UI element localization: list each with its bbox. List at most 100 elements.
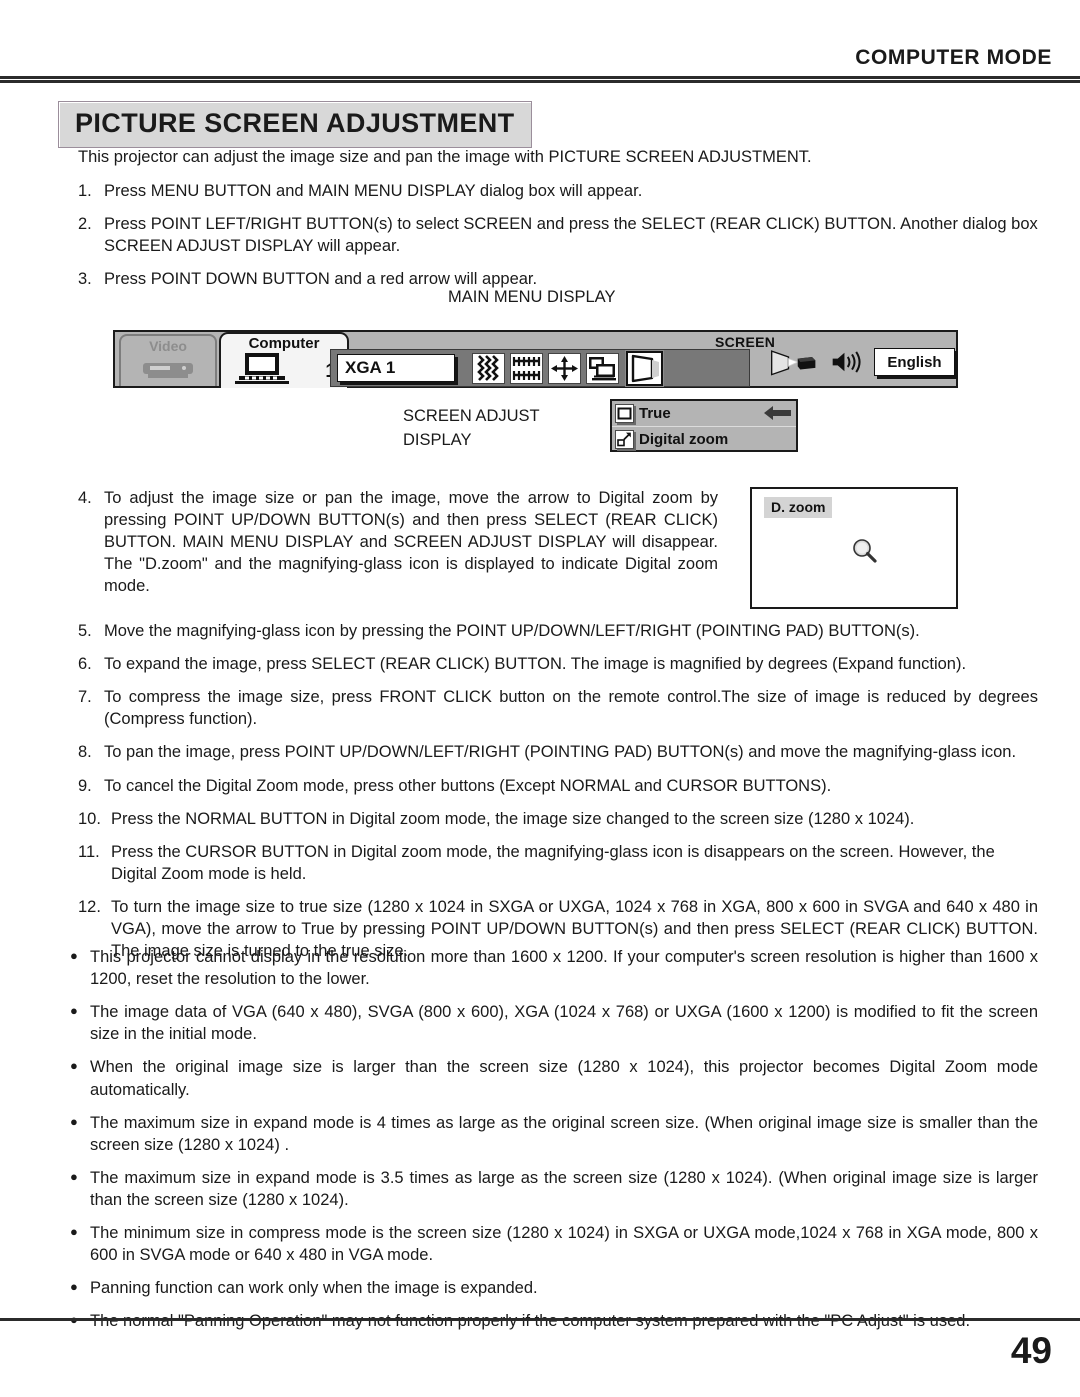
list-item-text: The image data of VGA (640 x 480), SVGA … — [90, 1003, 1038, 1044]
list-item: ● Panning function can work only when th… — [70, 1277, 1038, 1299]
list-item-number: 1. — [78, 182, 92, 200]
page-title: PICTURE SCREEN ADJUSTMENT — [75, 108, 515, 138]
footer-divider — [0, 1318, 1080, 1321]
list-item: ● The maximum size in expand mode is 3.5… — [70, 1167, 1038, 1211]
list-item-text: The maximum size in expand mode is 4 tim… — [90, 1113, 1038, 1154]
bullet-icon: ● — [70, 1058, 78, 1074]
red-arrow-icon — [764, 406, 791, 420]
language-field[interactable]: English — [874, 348, 955, 376]
list-item-text: The maximum size in expand mode is 3.5 t… — [90, 1168, 1038, 1209]
list-item-text: The minimum size in compress mode is the… — [90, 1224, 1038, 1265]
list-item-text: Press MENU BUTTON and MAIN MENU DISPLAY … — [104, 182, 643, 200]
list-item-number: 5. — [78, 622, 92, 640]
list-item-number: 8. — [78, 743, 92, 762]
menu-icon-strip: XGA 1 — [330, 349, 750, 387]
digital-zoom-preview-panel: D. zoom — [750, 487, 958, 609]
bullet-icon: ● — [70, 1003, 78, 1019]
list-item: 10. Press the NORMAL BUTTON in Digital z… — [78, 808, 1038, 830]
digital-zoom-icon — [615, 429, 634, 449]
main-menu-caption: MAIN MENU DISPLAY — [448, 288, 616, 306]
steps-list-bottom: 5. Move the magnifying-glass icon by pre… — [78, 620, 1038, 973]
list-item: 8. To pan the image, press POINT UP/DOWN… — [78, 741, 1038, 763]
page-title-box: PICTURE SCREEN ADJUSTMENT — [58, 101, 532, 148]
menu-item-digital-zoom-label: Digital zoom — [639, 430, 729, 448]
fine-sync-icon[interactable] — [472, 352, 505, 384]
list-item-text: This projector cannot display in the res… — [90, 948, 1038, 989]
list-item: ● The maximum size in expand mode is 4 t… — [70, 1112, 1038, 1156]
list-item-text: To cancel the Digital Zoom mode, press o… — [104, 776, 832, 795]
list-item-text: The normal "Panning Operation" may not f… — [90, 1312, 971, 1331]
bullet-icon: ● — [70, 1168, 78, 1184]
steps-list-step4: 4. To adjust the image size or pan the i… — [78, 487, 718, 609]
screen-adjust-display: True Digital zoom — [610, 399, 798, 452]
list-item-text: To compress the image size, press FRONT … — [104, 688, 1038, 729]
list-item: 5. Move the magnifying-glass icon by pre… — [78, 620, 1038, 642]
list-item-number: 11. — [78, 842, 100, 861]
bullet-icon: ● — [70, 1279, 78, 1295]
main-menu-display: Video Computer 1 SCREEN XGA 1 — [113, 330, 958, 388]
page-number: 49 — [1010, 1330, 1052, 1371]
list-item: 11. Press the CURSOR BUTTON in Digital z… — [78, 841, 1038, 885]
tab-computer-label: Computer — [248, 335, 320, 352]
screen-adjust-caption-line2: DISPLAY — [403, 430, 472, 449]
list-item: ● This projector cannot display in the r… — [70, 946, 1038, 990]
computer-mode-label: COMPUTER MODE — [855, 46, 1052, 69]
list-item-text: When the original image size is larger t… — [90, 1058, 1038, 1099]
list-item-text: Press POINT LEFT/RIGHT BUTTON(s) to sele… — [104, 215, 1038, 256]
screen-adjust-caption-line1: SCREEN ADJUST — [403, 407, 540, 425]
list-item-number: 4. — [78, 489, 92, 507]
list-item: 2. Press POINT LEFT/RIGHT BUTTON(s) to s… — [78, 213, 1038, 257]
image-position-icon[interactable] — [548, 352, 581, 384]
projector-icon[interactable] — [770, 346, 819, 378]
list-item-text: Press the CURSOR BUTTON in Digital zoom … — [111, 842, 995, 883]
notes-list: ● This projector cannot display in the r… — [70, 946, 1038, 1344]
bullet-icon: ● — [70, 948, 78, 963]
bullet-icon: ● — [70, 1224, 78, 1240]
tab-video[interactable]: Video — [119, 334, 217, 386]
bullet-icon: ● — [70, 1113, 78, 1129]
list-item: 9. To cancel the Digital Zoom mode, pres… — [78, 775, 1038, 797]
list-item-text: Move the magnifying-glass icon by pressi… — [104, 622, 920, 640]
list-item-text: Panning function can work only when the … — [90, 1279, 538, 1298]
tab-video-label: Video — [149, 338, 187, 354]
menu-item-true[interactable]: True — [612, 401, 796, 427]
header-divider — [0, 76, 1080, 83]
screen-adjust-caption: SCREEN ADJUST DISPLAY — [403, 405, 540, 453]
intro-paragraph: This projector can adjust the image size… — [78, 148, 812, 166]
total-dots-icon[interactable] — [510, 352, 543, 384]
list-item-text: To pan the image, press POINT UP/DOWN/LE… — [104, 743, 1017, 762]
true-size-icon — [615, 404, 634, 423]
dzoom-tag: D. zoom — [764, 497, 833, 518]
list-item: ● The normal "Panning Operation" may not… — [70, 1310, 1038, 1332]
list-item: 6. To expand the image, press SELECT (RE… — [78, 653, 1038, 675]
list-item: 7. To compress the image size, press FRO… — [78, 686, 1038, 730]
screen-icon[interactable] — [625, 349, 664, 387]
list-item-number: 7. — [78, 688, 92, 707]
laptop-icon — [235, 353, 289, 384]
list-item: 4. To adjust the image size or pan the i… — [78, 487, 718, 598]
mode-value-field[interactable]: XGA 1 — [337, 354, 455, 382]
list-item-text: To expand the image, press SELECT (REAR … — [104, 655, 967, 674]
bullet-icon: ● — [70, 1310, 90, 1332]
menu-item-digital-zoom[interactable]: Digital zoom — [612, 427, 796, 451]
list-item: ● When the original image size is larger… — [70, 1056, 1038, 1100]
mode-value: XGA 1 — [345, 358, 396, 377]
list-item: 1. Press MENU BUTTON and MAIN MENU DISPL… — [78, 180, 1038, 202]
language-value: English — [887, 353, 942, 371]
magnifying-glass-icon — [853, 539, 877, 563]
steps-list-top: 1. Press MENU BUTTON and MAIN MENU DISPL… — [78, 180, 1038, 301]
screen-menu-label: SCREEN — [715, 334, 776, 350]
list-item: ● The image data of VGA (640 x 480), SVG… — [70, 1001, 1038, 1045]
pc-adjust-icon[interactable] — [586, 352, 619, 384]
menu-right-group: English — [770, 340, 955, 384]
list-item-number: 9. — [78, 776, 92, 795]
list-item-number: 2. — [78, 215, 92, 234]
list-item: ● The minimum size in compress mode is t… — [70, 1222, 1038, 1266]
list-item-number: 10. — [78, 809, 101, 828]
menu-item-true-label: True — [639, 405, 671, 422]
sound-icon[interactable] — [831, 347, 866, 377]
vcr-icon — [143, 363, 193, 378]
list-item-text: Press the NORMAL BUTTON in Digital zoom … — [111, 809, 915, 828]
list-item-number: 6. — [78, 655, 92, 674]
list-item-text: To adjust the image size or pan the imag… — [104, 489, 718, 596]
